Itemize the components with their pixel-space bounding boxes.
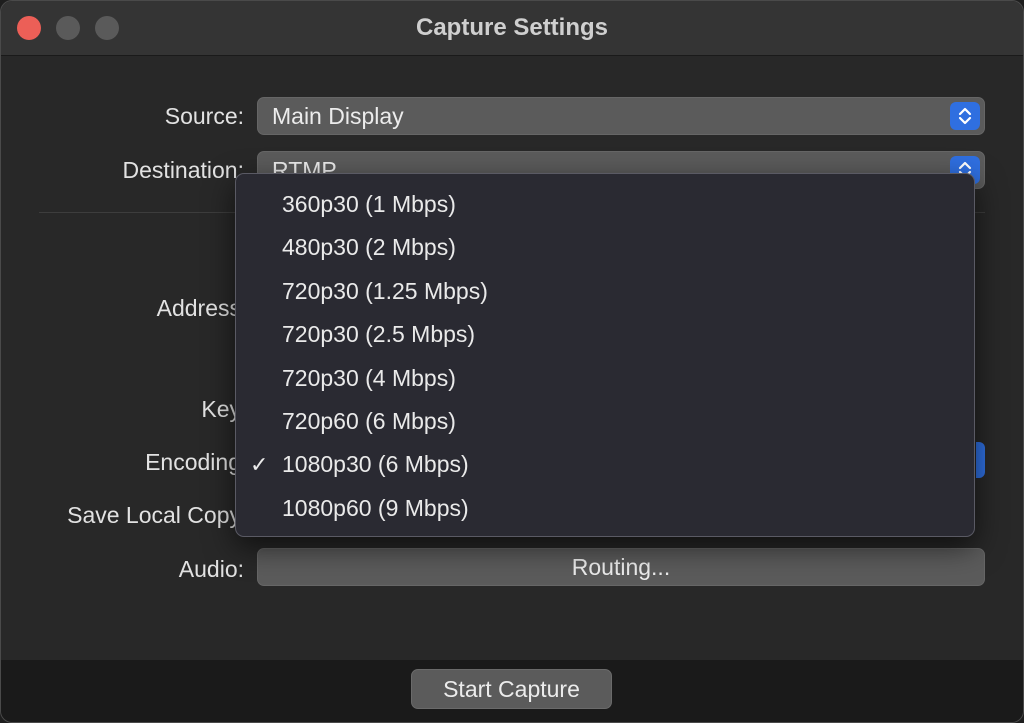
title-bar: Capture Settings — [1, 1, 1023, 56]
chevron-updown-icon — [950, 102, 980, 130]
menu-item-label: 480p30 (2 Mbps) — [282, 234, 456, 261]
encoding-label: Encoding — [145, 449, 241, 475]
start-capture-button[interactable]: Start Capture — [411, 669, 612, 709]
menu-item-360p30[interactable]: 360p30 (1 Mbps) — [236, 183, 974, 226]
save-local-copy-label: Save Local Copy — [67, 502, 241, 528]
source-label: Source: — [164, 103, 244, 129]
routing-button[interactable]: Routing... — [257, 548, 985, 586]
window-title: Capture Settings — [415, 14, 609, 41]
menu-item-label: 1080p60 (9 Mbps) — [282, 494, 469, 521]
menu-item-label: 1080p30 (6 Mbps) — [282, 451, 469, 478]
menu-item-1080p30[interactable]: ✓ 1080p30 (6 Mbps) — [236, 443, 974, 486]
menu-item-720p30-1-25[interactable]: 720p30 (1.25 Mbps) — [236, 270, 974, 313]
menu-item-label: 720p60 (6 Mbps) — [282, 407, 456, 434]
destination-label: Destination: — [122, 157, 244, 183]
encoding-popup-edge[interactable] — [976, 442, 985, 478]
address-label: Address — [156, 295, 241, 321]
menu-item-720p30-4[interactable]: 720p30 (4 Mbps) — [236, 357, 974, 400]
menu-item-label: 360p30 (1 Mbps) — [282, 191, 456, 217]
menu-item-480p30[interactable]: 480p30 (2 Mbps) — [236, 226, 974, 269]
menu-item-label: 720p30 (2.5 Mbps) — [282, 321, 476, 348]
menu-item-1080p60[interactable]: 1080p60 (9 Mbps) — [236, 487, 974, 530]
source-popup[interactable]: Main Display — [257, 97, 985, 135]
encoding-dropdown-menu: 360p30 (1 Mbps) 480p30 (2 Mbps) 720p30 (… — [235, 173, 975, 537]
menu-item-label: 720p30 (4 Mbps) — [282, 364, 456, 391]
menu-item-label: 720p30 (1.25 Mbps) — [282, 277, 488, 304]
menu-item-720p30-2-5[interactable]: 720p30 (2.5 Mbps) — [236, 313, 974, 356]
source-value: Main Display — [272, 103, 404, 129]
audio-label: Audio: — [178, 556, 244, 582]
checkmark-icon: ✓ — [250, 452, 269, 478]
key-label: Key — [201, 396, 241, 422]
menu-item-720p60[interactable]: 720p60 (6 Mbps) — [236, 400, 974, 443]
